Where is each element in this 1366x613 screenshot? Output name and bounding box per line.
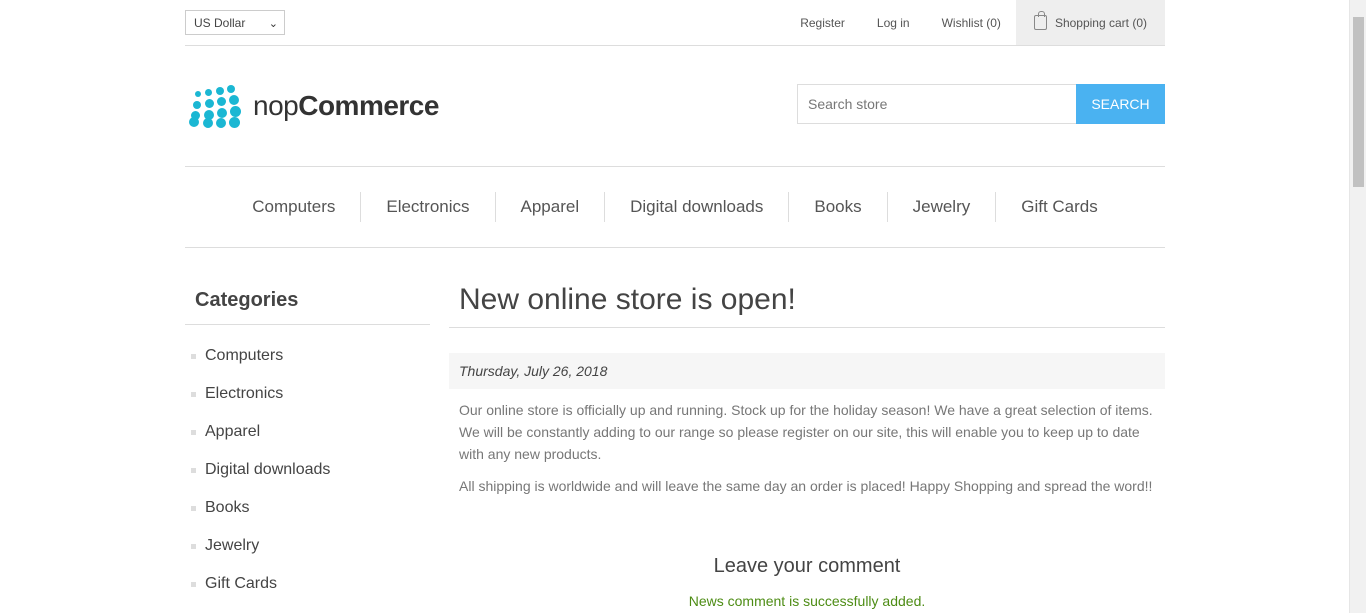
page-wrapper: US Dollar ⌄ Register Log in Wishlist (0)… <box>185 0 1165 613</box>
search-input[interactable]: Search store <box>797 84 1076 124</box>
category-item-jewelry[interactable]: Jewelry <box>185 527 430 565</box>
menu-item-books[interactable]: Books <box>788 192 886 222</box>
login-link[interactable]: Log in <box>877 16 910 30</box>
store-logo[interactable]: nopCommerce <box>187 84 439 128</box>
menu-item-gift-cards[interactable]: Gift Cards <box>995 192 1123 222</box>
shopping-cart-link[interactable]: Shopping cart (0) <box>1015 0 1165 45</box>
scrollbar-thumb[interactable] <box>1353 17 1364 187</box>
categories-title: Categories <box>185 280 430 325</box>
categories-sidebar: Categories Computers Electronics Apparel… <box>185 280 430 603</box>
menu-item-digital-downloads[interactable]: Digital downloads <box>604 192 788 222</box>
news-date: Thursday, July 26, 2018 <box>449 353 1165 389</box>
menu-item-computers[interactable]: Computers <box>227 192 360 222</box>
category-item-electronics[interactable]: Electronics <box>185 375 430 413</box>
page-title: New online store is open! <box>449 280 1165 328</box>
header-links-bar: US Dollar ⌄ Register Log in Wishlist (0)… <box>185 0 1165 46</box>
wishlist-link[interactable]: Wishlist (0) <box>942 16 1001 30</box>
news-body: Our online store is officially up and ru… <box>449 389 1165 517</box>
header-nav: Register Log in Wishlist (0) Shopping ca… <box>768 0 1165 45</box>
page-scrollbar[interactable] <box>1349 0 1366 613</box>
register-link[interactable]: Register <box>800 16 845 30</box>
logo-dots-icon <box>187 84 245 128</box>
category-item-digital-downloads[interactable]: Digital downloads <box>185 451 430 489</box>
news-paragraph-2: All shipping is worldwide and will leave… <box>459 478 1153 494</box>
news-item: New online store is open! Thursday, July… <box>449 280 1165 609</box>
menu-item-apparel[interactable]: Apparel <box>494 192 605 222</box>
chevron-down-icon: ⌄ <box>268 18 278 30</box>
logo-text-bold: Commerce <box>298 90 439 121</box>
comment-title: Leave your comment <box>713 555 901 577</box>
menu-item-jewelry[interactable]: Jewelry <box>886 192 996 222</box>
categories-list: Computers Electronics Apparel Digital do… <box>185 337 430 603</box>
shopping-bag-icon <box>1033 11 1047 30</box>
logo-text-light: nop <box>253 90 299 121</box>
category-item-apparel[interactable]: Apparel <box>185 413 430 451</box>
currency-value: US Dollar <box>194 16 246 30</box>
top-menu: Computers Electronics Apparel Digital do… <box>185 166 1165 248</box>
search-box: Search store SEARCH <box>797 84 1165 124</box>
comment-success-message: News comment is successfully added. <box>688 593 926 609</box>
news-paragraph-1: Our online store is officially up and ru… <box>459 402 1153 462</box>
shopping-cart-label: Shopping cart (0) <box>1054 15 1147 30</box>
menu-item-electronics[interactable]: Electronics <box>360 192 494 222</box>
category-item-computers[interactable]: Computers <box>185 337 430 375</box>
logo-text: nopCommerce <box>253 90 439 122</box>
category-item-gift-cards[interactable]: Gift Cards <box>185 565 430 603</box>
currency-select[interactable]: US Dollar ⌄ <box>185 10 285 35</box>
search-button[interactable]: SEARCH <box>1076 84 1165 124</box>
category-item-books[interactable]: Books <box>185 489 430 527</box>
